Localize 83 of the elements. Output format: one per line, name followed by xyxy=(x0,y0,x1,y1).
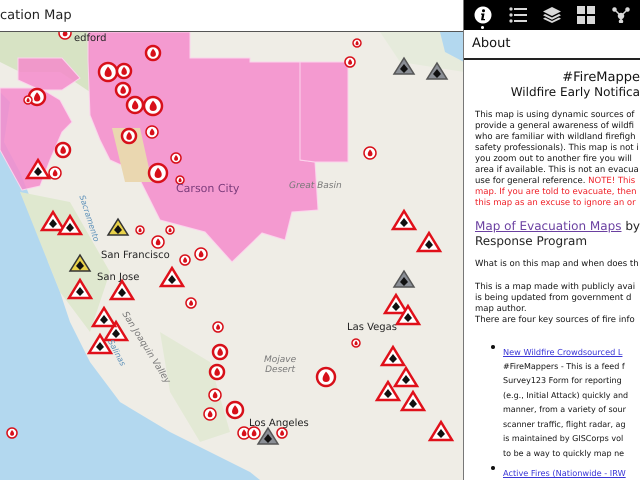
map-label: Carson City xyxy=(176,183,240,196)
map-label: San Francisco xyxy=(101,250,170,262)
warning-triangle-icon[interactable] xyxy=(68,254,92,272)
fire-icon[interactable] xyxy=(126,96,144,114)
fire-icon[interactable] xyxy=(58,32,72,40)
evacuation-maps-link[interactable]: Map of Evacuation Maps xyxy=(475,218,622,232)
info-icon xyxy=(474,6,492,24)
about-subheading: Wildfire Early Notifica xyxy=(510,85,640,100)
fire-icon[interactable] xyxy=(212,344,228,360)
fire-icon[interactable] xyxy=(98,62,118,82)
fire-icon[interactable] xyxy=(194,247,208,261)
panel-title: About xyxy=(472,36,510,52)
intro-paragraph: This map is using dynamic sources of provide a general awareness of wildfi who are familiar with wildland firefigh safety professionals). This map is not i you zoom out to another fire you will area if available. This is not an evacua use for general reference. NOTE! This map. If you are told to evacuate, then this map as an excuse to ignore an or xyxy=(475,110,640,208)
map-label: Mojave Desert xyxy=(264,355,296,376)
fire-icon[interactable] xyxy=(120,128,138,144)
warning-triangle-icon[interactable] xyxy=(392,270,416,288)
warning-triangle-icon[interactable] xyxy=(380,344,406,366)
map-label: Las Vegas xyxy=(347,322,397,334)
fire-icon[interactable] xyxy=(179,254,191,266)
fire-icon[interactable] xyxy=(6,427,18,439)
warning-triangle-icon[interactable] xyxy=(106,218,130,236)
fire-icon[interactable] xyxy=(175,175,185,185)
warning-triangle-icon[interactable] xyxy=(416,230,442,252)
grid-icon xyxy=(577,6,596,24)
fire-icon[interactable] xyxy=(151,235,165,249)
fire-icon[interactable] xyxy=(23,95,33,105)
fire-icon[interactable] xyxy=(148,162,168,184)
warning-triangle-icon[interactable] xyxy=(66,278,94,300)
fire-icon[interactable] xyxy=(114,82,132,98)
fire-icon[interactable] xyxy=(116,62,132,80)
map-label: Great Basin xyxy=(289,181,342,192)
window-title: cation Map xyxy=(0,8,72,23)
bullet-icon xyxy=(491,344,495,348)
fire-icon[interactable] xyxy=(351,338,361,348)
warning-triangle-icon[interactable] xyxy=(428,420,454,442)
selected-dot-icon xyxy=(481,26,484,29)
warning-triangle-icon[interactable] xyxy=(394,304,422,326)
fire-icon[interactable] xyxy=(352,38,362,48)
link-heading-text: Response Program xyxy=(475,234,588,248)
map-label: San Jose xyxy=(97,272,140,284)
fire-icon[interactable] xyxy=(276,427,288,439)
layers-icon xyxy=(542,7,561,23)
source-description: #FireMappers - This is a feed f Survey123 Form for reporting (e.g., Initial Attack) quickly and manner, from a variety of sour scanner traffic, flight radar, ag is maintained by GISCorps vol to be a way to quickly map ne xyxy=(503,360,628,460)
fire-icon[interactable] xyxy=(344,56,356,68)
fire-icon[interactable] xyxy=(170,152,182,164)
fire-icon[interactable] xyxy=(185,297,197,309)
warning-triangle-icon[interactable] xyxy=(158,266,186,288)
map-label: edford xyxy=(74,33,106,44)
map-label: Los Angeles xyxy=(249,418,309,430)
fire-icon[interactable] xyxy=(165,225,175,235)
fire-icon[interactable] xyxy=(247,426,261,440)
warning-triangle-icon[interactable] xyxy=(426,62,448,80)
fire-icon[interactable] xyxy=(135,225,145,235)
share-icon xyxy=(612,7,630,23)
fire-icon[interactable] xyxy=(48,166,62,180)
warning-triangle-icon[interactable] xyxy=(374,380,402,402)
body-paragraph: This is a map made with publicly avai is being updated from government d map author. There are four key sources of fire info xyxy=(475,282,636,326)
bullet-icon xyxy=(491,466,495,470)
fire-icon[interactable] xyxy=(145,125,159,139)
fire-icon[interactable] xyxy=(203,407,217,421)
warning-triangle-icon[interactable] xyxy=(256,426,280,445)
fire-icon[interactable] xyxy=(142,96,164,116)
source-link[interactable]: Active Fires (Nationwide - IRW xyxy=(503,468,626,478)
about-heading: #FireMappe xyxy=(561,70,640,86)
lake-area xyxy=(440,32,463,62)
fire-icon[interactable] xyxy=(208,364,226,380)
warning-triangle-icon[interactable] xyxy=(390,208,418,230)
fire-icon[interactable] xyxy=(144,44,162,62)
link-heading-text: by xyxy=(624,218,640,232)
list-icon xyxy=(508,7,527,23)
fire-icon[interactable] xyxy=(212,321,224,333)
fire-icon[interactable] xyxy=(54,142,72,158)
warning-triangle-icon[interactable] xyxy=(24,158,52,180)
warning-triangle-icon[interactable] xyxy=(90,306,118,328)
fire-icon[interactable] xyxy=(208,388,222,402)
question-text: What is on this map and when does th xyxy=(475,258,640,270)
warning-triangle-icon[interactable] xyxy=(392,366,420,388)
fire-icon[interactable] xyxy=(363,146,377,160)
source-link[interactable]: New Wildfire Crowdsourced L xyxy=(503,346,622,356)
fire-icon[interactable] xyxy=(316,366,336,388)
fire-icon[interactable] xyxy=(226,400,244,420)
warning-triangle-icon[interactable] xyxy=(400,390,426,412)
warning-triangle-icon[interactable] xyxy=(392,56,416,75)
